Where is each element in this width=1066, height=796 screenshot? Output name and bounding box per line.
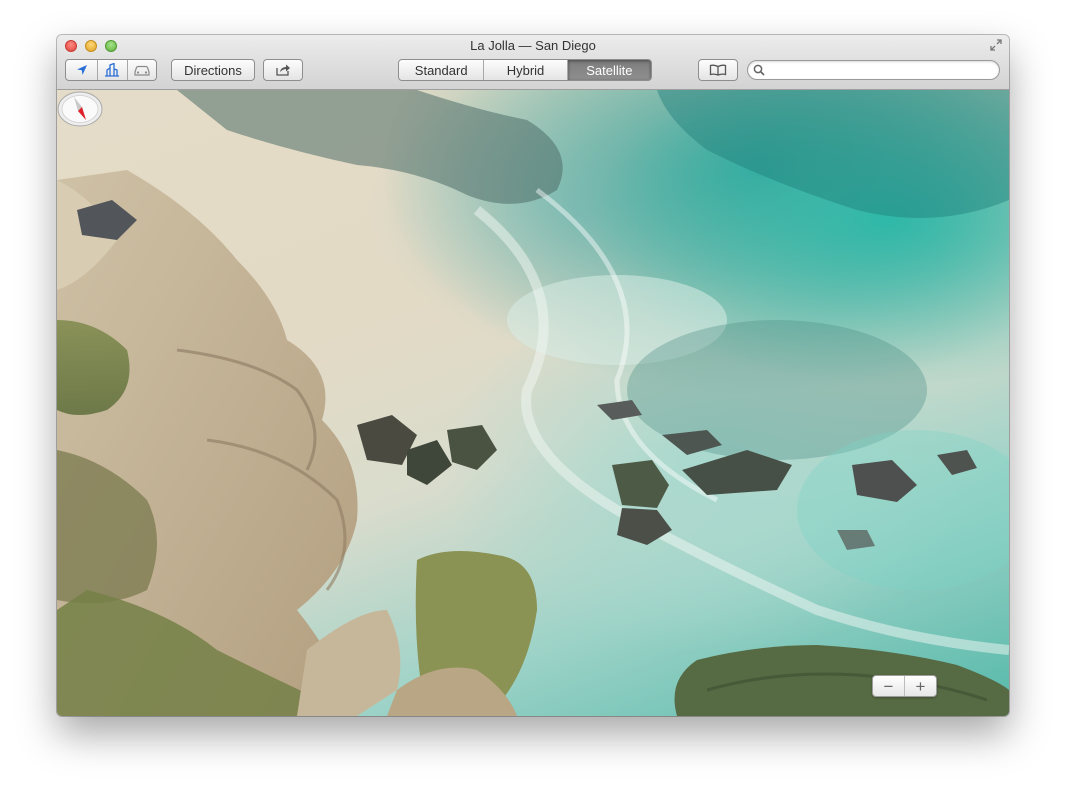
map-mode-standard[interactable]: Standard [399,60,483,80]
fullscreen-icon[interactable] [989,38,1003,52]
window-title: La Jolla — San Diego [470,38,596,53]
compass-icon[interactable] [57,90,103,128]
search-input[interactable] [747,60,1000,80]
location-arrow-icon [76,65,87,75]
map-mode-satellite[interactable]: Satellite [566,60,651,80]
current-location-button[interactable] [66,60,97,80]
toolbar: La Jolla — San Diego Directions Standard… [57,35,1009,90]
3d-buildings-icon [105,63,120,77]
zoom-in-button[interactable]: + [904,676,936,696]
bookmarks-button[interactable] [698,59,738,81]
satellite-map-view[interactable]: − + [57,90,1009,716]
share-icon [276,64,290,76]
zoom-out-button[interactable]: − [873,676,904,696]
map-mode-control: Standard Hybrid Satellite [398,59,652,81]
zoom-control: − + [872,675,937,697]
share-button[interactable] [263,59,303,81]
3d-view-button[interactable] [97,60,126,80]
car-traffic-icon [134,65,150,76]
directions-button[interactable]: Directions [171,59,255,81]
search-icon [753,64,765,76]
book-icon [709,64,727,76]
maps-window: La Jolla — San Diego Directions Standard… [57,35,1009,716]
view-controls-group [65,59,157,81]
map-mode-hybrid[interactable]: Hybrid [483,60,566,80]
satellite-imagery [57,90,1009,716]
traffic-button[interactable] [126,60,156,80]
